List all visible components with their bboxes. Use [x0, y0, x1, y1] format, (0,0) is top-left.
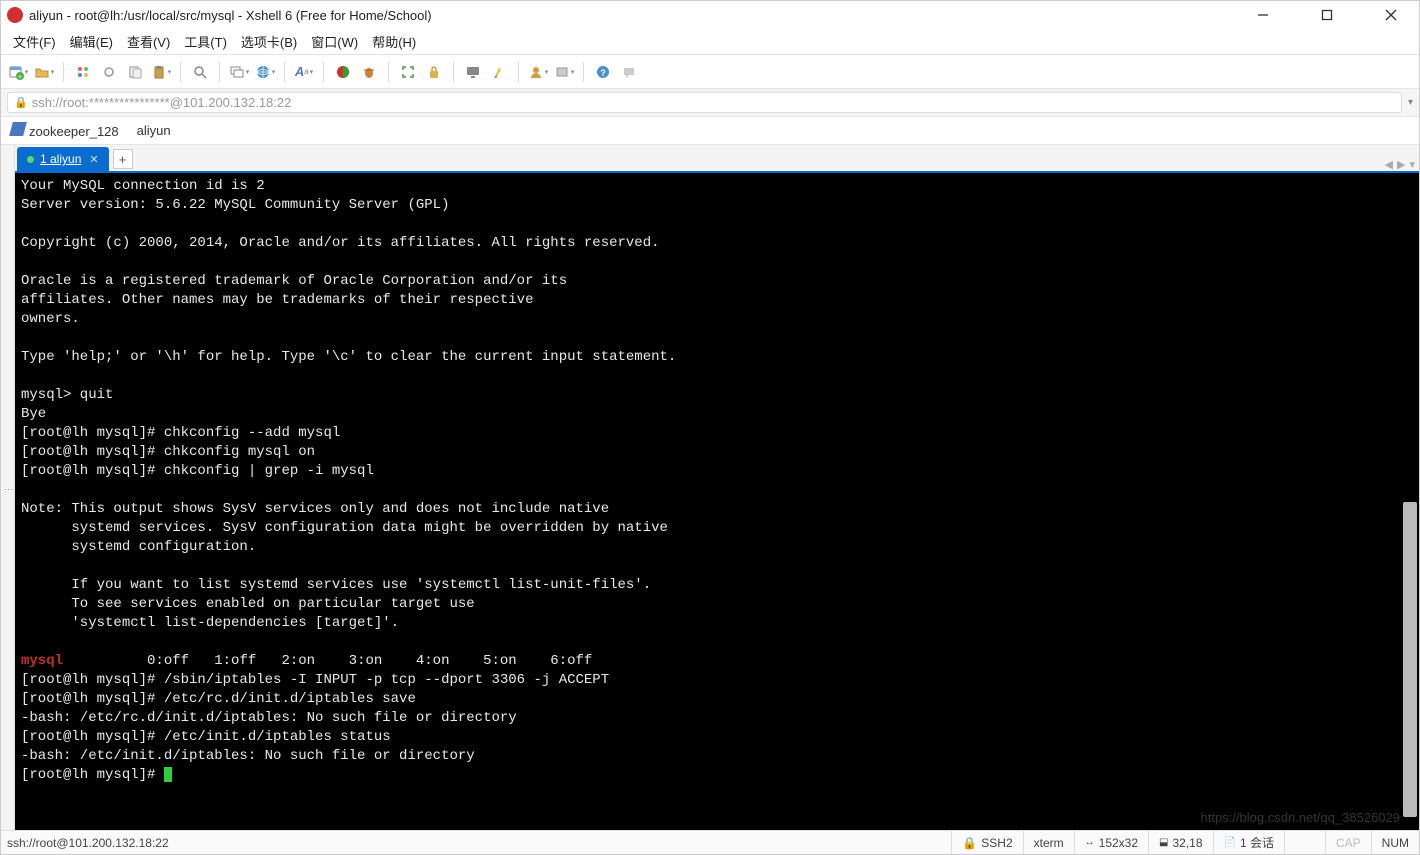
lock-icon: 🔒 [14, 96, 28, 109]
tab-menu-icon[interactable]: ▾ [1409, 158, 1415, 171]
properties-icon[interactable] [72, 61, 94, 83]
toolbar-separator [323, 62, 324, 82]
menu-window[interactable]: 窗口(W) [305, 30, 364, 53]
status-extra [1284, 831, 1325, 854]
tab-close-icon[interactable]: ✕ [89, 153, 98, 166]
toolbar-separator [518, 62, 519, 82]
fullscreen-icon[interactable] [397, 61, 419, 83]
tab-nav: ◀ ▶ ▾ [1385, 158, 1415, 171]
scrollbar-thumb[interactable] [1403, 502, 1417, 817]
status-bar: ssh://root@101.200.132.18:22 🔒SSH2 xterm… [1, 830, 1419, 854]
toolbar-separator [453, 62, 454, 82]
help-icon[interactable]: ? [592, 61, 614, 83]
status-size: ↔ 152x32 [1074, 831, 1148, 854]
status-dot-icon [27, 156, 34, 163]
titlebar[interactable]: aliyun - root@lh:/usr/local/src/mysql - … [1, 1, 1419, 29]
svg-text:?: ? [600, 68, 606, 78]
font-icon[interactable]: Aa▾ [293, 61, 315, 83]
new-session-button[interactable]: +▾ [7, 61, 29, 83]
status-num: NUM [1371, 831, 1419, 854]
tab-strip: 1 aliyun ✕ + ◀ ▶ ▾ [15, 145, 1419, 171]
address-input[interactable]: 🔒 ssh://root:****************@101.200.13… [7, 92, 1402, 113]
status-cursor: ⬓ 32,18 [1148, 831, 1212, 854]
app-icon [7, 7, 23, 23]
menu-file[interactable]: 文件(F) [7, 30, 62, 53]
status-ssh: 🔒SSH2 [951, 831, 1022, 854]
toolbar-separator [284, 62, 285, 82]
color-scheme-icon[interactable] [332, 61, 354, 83]
chat-icon[interactable] [618, 61, 640, 83]
address-bar: 🔒 ssh://root:****************@101.200.13… [1, 89, 1419, 117]
copy-icon[interactable] [124, 61, 146, 83]
menu-help[interactable]: 帮助(H) [366, 30, 422, 53]
new-tab-button[interactable]: + [113, 149, 133, 169]
minimize-button[interactable] [1241, 1, 1285, 29]
status-cap: CAP [1325, 831, 1371, 854]
session-zookeeper[interactable]: zookeeper_128 [11, 122, 119, 139]
session-icon [9, 122, 27, 136]
tab-prev-icon[interactable]: ◀ [1385, 158, 1393, 171]
bug-icon[interactable] [358, 61, 380, 83]
sessions-icon[interactable]: ▾ [228, 61, 250, 83]
svg-text:+: + [18, 74, 22, 80]
menu-tabs[interactable]: 选项卡(B) [235, 30, 303, 53]
left-gutter[interactable]: ⋮ [1, 145, 15, 830]
menu-edit[interactable]: 编辑(E) [64, 30, 119, 53]
menu-tools[interactable]: 工具(T) [178, 30, 233, 53]
status-connection: ssh://root@101.200.132.18:22 [1, 836, 951, 850]
toolbar: +▾ ▾ ▾ ▾ ▾ Aa▾ ▾ ▾ ? [1, 55, 1419, 89]
app-window: aliyun - root@lh:/usr/local/src/mysql - … [0, 0, 1420, 855]
lock-icon[interactable] [423, 61, 445, 83]
terminal-scrollbar[interactable] [1401, 173, 1419, 830]
tab-next-icon[interactable]: ▶ [1397, 158, 1405, 171]
search-icon[interactable] [189, 61, 211, 83]
menubar: 文件(F) 编辑(E) 查看(V) 工具(T) 选项卡(B) 窗口(W) 帮助(… [1, 29, 1419, 55]
paste-icon[interactable]: ▾ [150, 61, 172, 83]
address-text: ssh://root:****************@101.200.132.… [32, 95, 292, 110]
toolbar-separator [219, 62, 220, 82]
more-icon[interactable]: ▾ [553, 61, 575, 83]
session-bar: zookeeper_128 aliyun [1, 117, 1419, 145]
main-area: ⋮ 1 aliyun ✕ + ◀ ▶ ▾ Your MySQL connecti… [1, 145, 1419, 830]
desktop-icon[interactable] [462, 61, 484, 83]
toolbar-separator [388, 62, 389, 82]
toolbar-separator [180, 62, 181, 82]
menu-view[interactable]: 查看(V) [121, 30, 176, 53]
tab-label: 1 aliyun [40, 152, 81, 166]
terminal-wrap: 1 aliyun ✕ + ◀ ▶ ▾ Your MySQL connection… [15, 145, 1419, 830]
reconnect-icon[interactable] [98, 61, 120, 83]
toolbar-separator [63, 62, 64, 82]
status-term: xterm [1023, 831, 1074, 854]
maximize-button[interactable] [1305, 1, 1349, 29]
highlight-icon[interactable] [488, 61, 510, 83]
open-button[interactable]: ▾ [33, 61, 55, 83]
status-sessions: 📄 1 会话 [1213, 831, 1284, 854]
session-aliyun[interactable]: aliyun [137, 123, 171, 138]
window-controls [1241, 1, 1413, 29]
window-title: aliyun - root@lh:/usr/local/src/mysql - … [29, 8, 1241, 23]
user-icon[interactable]: ▾ [527, 61, 549, 83]
globe-icon[interactable]: ▾ [254, 61, 276, 83]
address-dropdown-icon[interactable]: ▾ [1408, 97, 1413, 108]
terminal[interactable]: Your MySQL connection id is 2 Server ver… [15, 171, 1419, 830]
close-button[interactable] [1369, 1, 1413, 29]
tab-aliyun[interactable]: 1 aliyun ✕ [17, 147, 109, 171]
toolbar-separator [583, 62, 584, 82]
